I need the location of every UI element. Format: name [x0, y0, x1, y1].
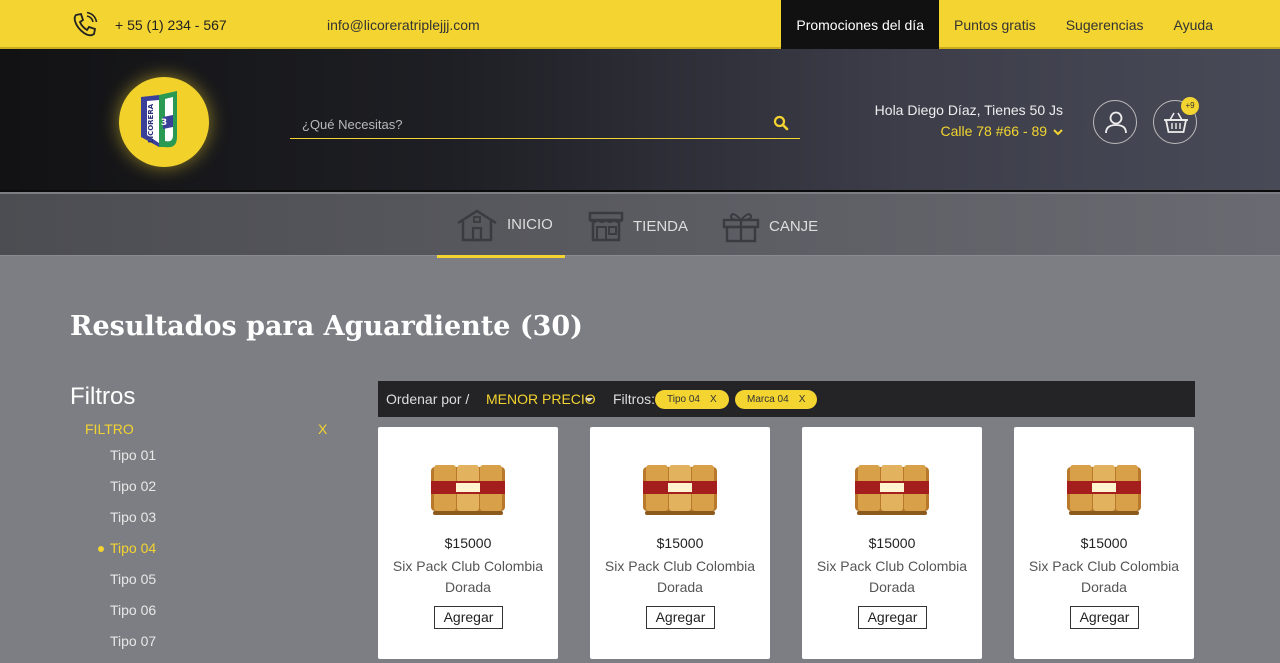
top-nav-ayuda[interactable]: Ayuda — [1159, 0, 1228, 49]
nav-tienda-label: TIENDA — [633, 217, 689, 235]
search-box — [290, 109, 800, 139]
filters-title: Filtros — [70, 383, 136, 410]
product-card[interactable]: $15000 Six Pack Club Colombia Dorada Agr… — [378, 427, 558, 659]
product-name: Six Pack Club Colombia Dorada — [392, 558, 544, 595]
address-selector[interactable]: Calle 78 #66 - 89 — [875, 123, 1063, 139]
home-icon — [457, 209, 497, 241]
type-filter-list: Tipo 01 Tipo 02 Tipo 03 Tipo 04 Tipo 05 … — [97, 447, 156, 663]
caret-down-icon[interactable] — [585, 398, 593, 402]
product-image — [1067, 465, 1141, 515]
phone-icon — [73, 11, 98, 37]
product-price: $15000 — [444, 535, 492, 551]
header: 3 LICORERA Hola Diego Díaz, Tienes 50 Js… — [0, 49, 1280, 192]
product-card[interactable]: $15000 Six Pack Club Colombia Dorada Agr… — [1014, 427, 1194, 659]
product-name: Six Pack Club Colombia Dorada — [816, 558, 968, 595]
nav-inicio[interactable]: INICIO — [437, 194, 565, 258]
nav-canje-label: CANJE — [769, 217, 819, 235]
gift-icon — [722, 213, 760, 243]
user-icon — [1105, 111, 1127, 134]
add-to-cart-button[interactable]: Agregar — [434, 606, 503, 629]
filter-option-tipo-04[interactable]: Tipo 04 — [97, 540, 156, 571]
product-price: $15000 — [1080, 535, 1128, 551]
user-greeting: Hola Diego Díaz, Tienes 50 Js Calle 78 #… — [875, 102, 1063, 139]
product-image — [855, 465, 929, 515]
product-name: Six Pack Club Colombia Dorada — [1028, 558, 1180, 595]
sort-filter-bar: Ordenar por / MENOR PRECIO Filtros: Tipo… — [378, 381, 1195, 417]
nav-canje[interactable]: CANJE — [721, 194, 818, 258]
active-filters-label: Filtros: — [613, 391, 655, 407]
product-image — [431, 465, 505, 515]
product-card[interactable]: $15000 Six Pack Club Colombia Dorada Agr… — [802, 427, 982, 659]
top-nav-sugerencias[interactable]: Sugerencias — [1051, 0, 1159, 49]
filter-clear-button[interactable]: X — [318, 421, 327, 437]
top-nav: Promociones del día Puntos gratis Sugere… — [781, 0, 1228, 49]
product-price: $15000 — [656, 535, 704, 551]
product-image — [643, 465, 717, 515]
filter-option-tipo-02[interactable]: Tipo 02 — [110, 478, 156, 509]
chip-remove-button[interactable]: X — [799, 394, 806, 405]
filter-option-tipo-01[interactable]: Tipo 01 — [110, 447, 156, 478]
svg-text:3: 3 — [161, 118, 167, 128]
user-account-button[interactable] — [1093, 100, 1137, 144]
sort-dropdown[interactable]: MENOR PRECIO — [486, 391, 596, 407]
store-icon — [588, 211, 624, 242]
phone-number: + 55 (1) 234 - 567 — [115, 17, 227, 33]
results-title: Resultados para Aguardiente (30) — [70, 311, 583, 342]
filter-option-tipo-06[interactable]: Tipo 06 — [110, 602, 156, 633]
filter-option-tipo-05[interactable]: Tipo 05 — [110, 571, 156, 602]
site-logo[interactable]: 3 LICORERA — [119, 77, 209, 167]
add-to-cart-button[interactable]: Agregar — [1070, 606, 1139, 629]
top-nav-promociones[interactable]: Promociones del día — [781, 0, 939, 49]
search-input[interactable] — [302, 113, 762, 135]
product-name: Six Pack Club Colombia Dorada — [604, 558, 756, 595]
add-to-cart-button[interactable]: Agregar — [646, 606, 715, 629]
greeting-text: Hola Diego Díaz, Tienes 50 Js — [874, 102, 1063, 118]
main-nav: INICIO TIENDA CANJE — [0, 194, 1280, 258]
top-nav-puntos-gratis[interactable]: Puntos gratis — [939, 0, 1051, 49]
cart-count-badge: +9 — [1181, 97, 1199, 115]
filter-option-tipo-03[interactable]: Tipo 03 — [110, 509, 156, 540]
chip-label: Tipo 04 — [667, 394, 700, 405]
sort-label: Ordenar por / — [386, 391, 470, 407]
filter-chip-tipo: Tipo 04 X — [655, 390, 729, 409]
search-icon[interactable] — [773, 115, 789, 131]
product-price: $15000 — [868, 535, 916, 551]
filter-chip-marca: Marca 04 X — [735, 390, 818, 409]
contact-email[interactable]: info@licoreratriplejjj.com — [327, 17, 480, 33]
chevron-down-icon — [1053, 129, 1063, 136]
top-bar: + 55 (1) 234 - 567 info@licoreratriplejj… — [0, 0, 1280, 49]
address-text: Calle 78 #66 - 89 — [940, 123, 1048, 139]
nav-tienda[interactable]: TIENDA — [587, 194, 688, 258]
add-to-cart-button[interactable]: Agregar — [858, 606, 927, 629]
filter-option-tipo-07[interactable]: Tipo 07 — [110, 633, 156, 663]
nav-inicio-label: INICIO — [507, 216, 553, 233]
svg-text:LICORERA: LICORERA — [147, 103, 155, 143]
filter-group-header[interactable]: FILTRO — [85, 421, 134, 437]
product-card[interactable]: $15000 Six Pack Club Colombia Dorada Agr… — [590, 427, 770, 659]
chip-remove-button[interactable]: X — [710, 394, 717, 405]
chip-label: Marca 04 — [747, 394, 789, 405]
logo-mark: 3 LICORERA — [141, 91, 177, 148]
